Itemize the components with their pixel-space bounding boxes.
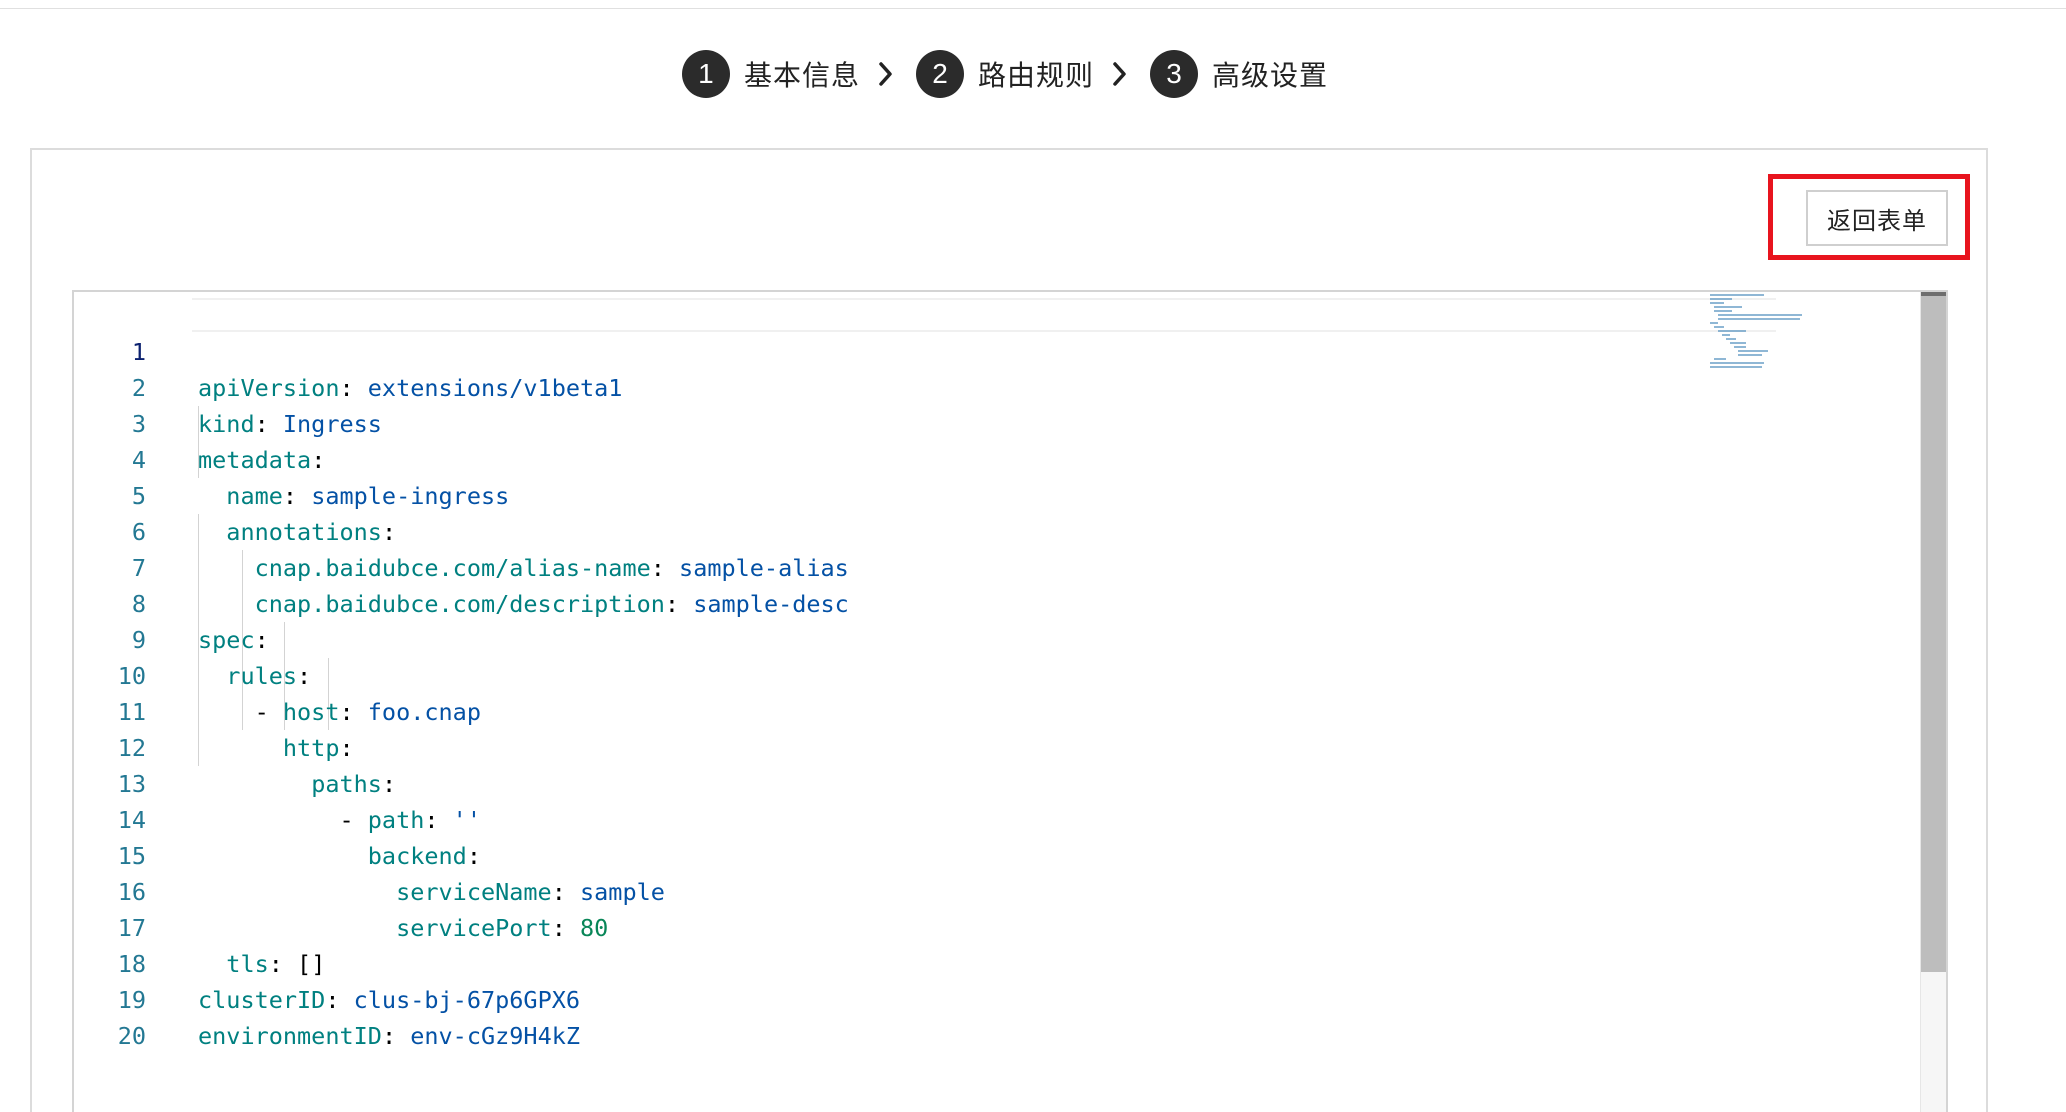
top-divider bbox=[0, 8, 2066, 9]
code-line: 8 spec: bbox=[74, 550, 1874, 654]
code-line: 18 clusterID: clus-bj-67p6GPX6 bbox=[74, 910, 1874, 1014]
code-line: 20 bbox=[74, 982, 1874, 1050]
step-label: 路由规则 bbox=[977, 59, 1094, 92]
code-line: 12 paths: bbox=[74, 694, 1874, 798]
code-line: 11 http: bbox=[74, 658, 1874, 762]
step-label: 高级设置 bbox=[1212, 59, 1329, 92]
chevron-right-icon bbox=[1112, 61, 1128, 87]
step-number-badge: 3 bbox=[1150, 50, 1198, 98]
yaml-value: env-cGz9H4kZ bbox=[410, 1022, 581, 1050]
back-to-form-button[interactable]: 返回表单 bbox=[1806, 190, 1948, 246]
code-line: 15 serviceName: sample bbox=[74, 802, 1874, 906]
code-line: 10 - host: foo.cnap bbox=[74, 622, 1874, 726]
code-line: 1 apiVersion: extensions/v1beta1 bbox=[74, 298, 1874, 402]
code-line: 14 backend: bbox=[74, 766, 1874, 870]
code-line: 19 environmentID: env-cGz9H4kZ bbox=[74, 946, 1874, 1050]
code-line: 2 kind: Ingress bbox=[74, 334, 1874, 438]
scrollbar-top-marker bbox=[1921, 292, 1946, 296]
code-line: 9 rules: bbox=[74, 586, 1874, 690]
code-line: 5 annotations: bbox=[74, 442, 1874, 546]
step-number-badge: 2 bbox=[915, 50, 964, 98]
code-line: 16 servicePort: 80 bbox=[74, 838, 1874, 942]
vertical-scrollbar[interactable] bbox=[1920, 292, 1946, 1112]
chevron-right-icon bbox=[878, 61, 894, 87]
step-basic-info[interactable]: 1 基本信息 bbox=[681, 50, 860, 98]
step-label: 基本信息 bbox=[743, 59, 860, 92]
code-line: 6 cnap.baidubce.com/alias-name: sample-a… bbox=[74, 478, 1874, 582]
step-indicator: 1 基本信息 2 路由规则 3 高级设置 bbox=[0, 48, 2066, 100]
code-line: 4 name: sample-ingress bbox=[74, 406, 1874, 510]
code-line: 17 tls: [] bbox=[74, 874, 1874, 978]
step-routing-rules[interactable]: 2 路由规则 bbox=[915, 50, 1094, 98]
code-line: 7 cnap.baidubce.com/description: sample-… bbox=[74, 514, 1874, 618]
yaml-key: environmentID bbox=[198, 1022, 382, 1050]
line-number: 20 bbox=[117, 1022, 146, 1050]
scrollbar-thumb[interactable] bbox=[1921, 292, 1946, 972]
step-number-badge: 1 bbox=[681, 50, 730, 98]
code-lines: 1 apiVersion: extensions/v1beta1 2 kind:… bbox=[74, 298, 1874, 1050]
code-minimap[interactable] bbox=[1710, 292, 1820, 382]
step-advanced-settings[interactable]: 3 高级设置 bbox=[1150, 50, 1328, 98]
code-line: 13 - path: '' bbox=[74, 730, 1874, 834]
yaml-code-editor[interactable]: 1 apiVersion: extensions/v1beta1 2 kind:… bbox=[72, 290, 1948, 1112]
code-line: 3 metadata: bbox=[74, 370, 1874, 474]
